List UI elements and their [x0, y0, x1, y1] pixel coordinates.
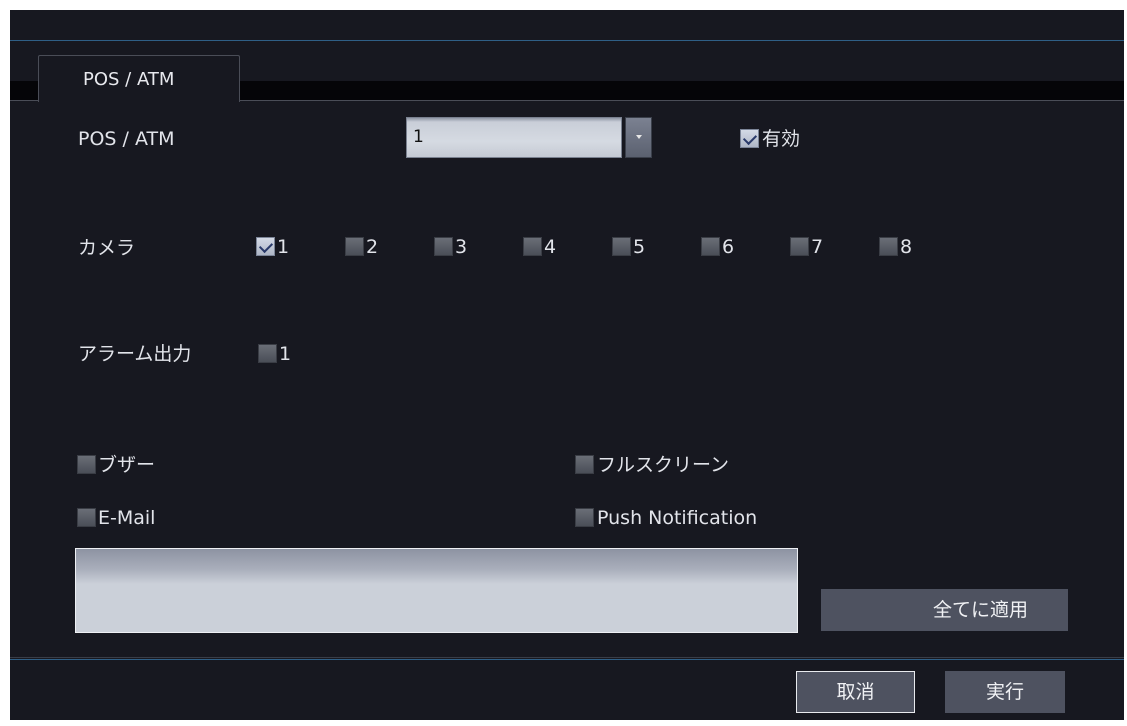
pos-atm-select[interactable]: 1: [406, 117, 622, 158]
execute-button[interactable]: 実行: [945, 671, 1065, 713]
camera-checkbox-4-label: 4: [544, 236, 557, 258]
camera-checkbox-5[interactable]: [612, 237, 631, 256]
email-checkbox[interactable]: [77, 508, 96, 527]
fullscreen-checkbox[interactable]: [575, 455, 594, 474]
camera-checkbox-1-label: 1: [277, 236, 290, 258]
pos-atm-label: POS / ATM: [78, 128, 175, 150]
push-notification-label: Push Notification: [597, 507, 758, 529]
push-notification-checkbox[interactable]: [575, 508, 594, 527]
pos-atm-dropdown-button[interactable]: [625, 117, 652, 158]
tab-pos-atm[interactable]: POS / ATM: [38, 55, 240, 102]
cancel-button[interactable]: 取消: [796, 671, 915, 713]
camera-checkbox-3[interactable]: [434, 237, 453, 256]
camera-checkbox-6[interactable]: [701, 237, 720, 256]
camera-checkbox-4[interactable]: [523, 237, 542, 256]
camera-checkbox-7[interactable]: [790, 237, 809, 256]
alarm-output-checkbox-1-label: 1: [279, 343, 292, 365]
camera-label: カメラ: [78, 237, 136, 259]
cancel-button-label: 取消: [836, 681, 875, 703]
camera-checkbox-3-label: 3: [455, 236, 468, 258]
enable-label: 有効: [762, 128, 801, 150]
top-divider: [10, 40, 1124, 41]
bottom-divider-dark: [10, 657, 1124, 658]
camera-checkbox-8[interactable]: [879, 237, 898, 256]
execute-button-label: 実行: [985, 681, 1024, 703]
enable-checkbox[interactable]: [740, 129, 759, 148]
app-window: POS / ATM POS / ATM 1 有効 カメラ アラーム出力 1 ブザ…: [0, 0, 1127, 726]
alarm-output-label: アラーム出力: [78, 343, 192, 365]
email-label: E-Mail: [98, 507, 156, 529]
camera-checkbox-7-label: 7: [811, 236, 824, 258]
pos-text-area[interactable]: [75, 548, 798, 633]
buzzer-label: ブザー: [98, 454, 156, 476]
pos-atm-select-value: 1: [413, 127, 424, 147]
camera-checkbox-2[interactable]: [345, 237, 364, 256]
buzzer-checkbox[interactable]: [77, 455, 96, 474]
camera-checkbox-1[interactable]: [256, 237, 275, 256]
fullscreen-label: フルスクリーン: [597, 454, 730, 476]
tab-pos-atm-label: POS / ATM: [83, 69, 175, 90]
bottom-divider: [10, 659, 1124, 660]
chevron-down-icon: [636, 135, 642, 139]
apply-all-button[interactable]: 全てに適用: [821, 589, 1068, 631]
alarm-output-checkbox-1[interactable]: [258, 344, 277, 363]
camera-checkbox-5-label: 5: [633, 236, 646, 258]
camera-checkbox-6-label: 6: [722, 236, 735, 258]
apply-all-button-label: 全てに適用: [932, 599, 1028, 621]
camera-checkbox-2-label: 2: [366, 236, 379, 258]
camera-checkbox-8-label: 8: [900, 236, 913, 258]
